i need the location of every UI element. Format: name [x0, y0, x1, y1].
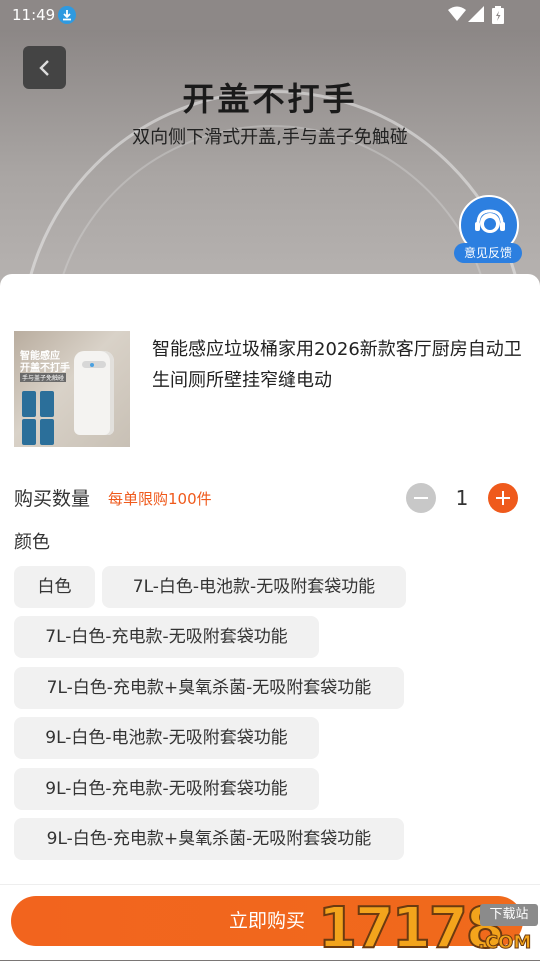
wifi-icon [448, 6, 466, 21]
site-watermark: 17178 下载站 .COM [317, 896, 540, 961]
thumb-bin-image [74, 351, 114, 435]
chevron-left-icon [39, 60, 49, 76]
thumb-text-3: 手与盖子免触碰 [20, 373, 67, 382]
color-option[interactable]: 白色 [14, 566, 95, 608]
battery-icon [492, 6, 504, 24]
color-label: 颜色 [14, 532, 50, 553]
color-option[interactable]: 7L-白色-充电款+臭氧杀菌-无吸附套袋功能 [14, 667, 404, 709]
feedback-button[interactable]: 意见反馈 [454, 195, 524, 267]
banner-title: 开盖不打手 [182, 80, 358, 118]
color-option[interactable]: 9L-白色-充电款+臭氧杀菌-无吸附套袋功能 [14, 818, 404, 860]
purchase-sheet: 智能感应 开盖不打手 手与盖子免触碰 智能感应垃圾桶家用2026新款客厅厨房自动… [0, 274, 540, 960]
thumb-feature-card [22, 391, 36, 417]
increase-quantity-button[interactable] [488, 483, 518, 513]
thumb-feature-card [22, 419, 36, 445]
signal-icon [468, 6, 484, 22]
decrease-quantity-button[interactable] [406, 483, 436, 513]
thumb-feature-card [40, 419, 54, 445]
thumb-text-2: 开盖不打手 [20, 363, 70, 374]
product-title: 智能感应垃圾桶家用2026新款客厅厨房自动卫生间厕所壁挂窄缝电动 [152, 339, 522, 391]
color-option[interactable]: 9L-白色-电池款-无吸附套袋功能 [14, 717, 319, 759]
color-option[interactable]: 7L-白色-电池款-无吸附套袋功能 [102, 566, 406, 608]
product-thumbnail: 智能感应 开盖不打手 手与盖子免触碰 [14, 331, 130, 447]
status-bar: 11:49 [0, 0, 540, 30]
watermark-tag: 下载站 [480, 904, 538, 926]
watermark-digits: 17178 [317, 896, 506, 961]
back-button[interactable] [23, 46, 66, 89]
feedback-label: 意见反馈 [454, 243, 522, 263]
download-icon [58, 6, 76, 24]
status-time: 11:49 [12, 6, 56, 24]
quantity-value: 1 [455, 486, 469, 510]
banner-subtitle: 双向侧下滑式开盖,手与盖子免触碰 [132, 127, 408, 148]
color-option[interactable]: 7L-白色-充电款-无吸附套袋功能 [14, 616, 319, 658]
quantity-label: 购买数量 [14, 488, 91, 510]
quantity-limit: 每单限购100件 [108, 490, 212, 508]
divider [0, 884, 540, 885]
watermark-suffix: .COM [477, 932, 532, 954]
thumb-feature-card [40, 391, 54, 417]
color-option[interactable]: 9L-白色-充电款-无吸附套袋功能 [14, 768, 319, 810]
